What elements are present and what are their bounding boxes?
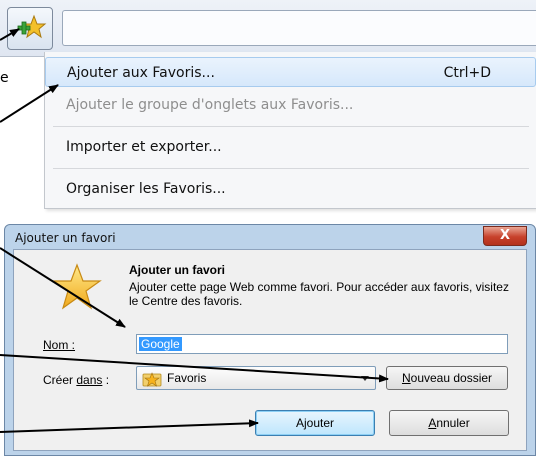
address-bar[interactable] <box>62 10 536 46</box>
close-button[interactable]: X <box>483 226 527 246</box>
name-input-value: Google <box>139 337 182 351</box>
name-input[interactable]: Google <box>136 334 508 354</box>
new-folder-accesskey: N <box>401 371 411 385</box>
cancel-button[interactable]: Annuler <box>389 410 509 436</box>
star-icon <box>52 263 102 310</box>
dialog-heading: Ajouter un favori <box>129 263 226 277</box>
menu-item-import-export[interactable]: Importer et exporter... <box>45 132 536 162</box>
create-in-label-prefix: Créer <box>43 373 77 387</box>
add-favorite-dialog: Ajouter un favori X Ajouter un favori Aj… <box>4 224 536 456</box>
create-in-label: Créer dans : <box>43 373 109 387</box>
menu-item-label: Ajouter le groupe d'onglets aux Favoris.… <box>66 97 354 113</box>
menu-item-label: Ajouter aux Favoris... <box>67 65 215 81</box>
menu-item-organize-favorites[interactable]: Organiser les Favoris... <box>45 174 536 204</box>
favorites-menu: Ajouter aux Favoris... Ctrl+D Ajouter le… <box>44 52 536 209</box>
cancel-label: nnuler <box>436 416 470 430</box>
menu-item-label: Organiser les Favoris... <box>66 181 226 197</box>
create-in-select[interactable]: Favoris <box>136 366 376 390</box>
add-button[interactable]: Ajouter <box>255 410 375 436</box>
new-folder-label: ouveau dossier <box>410 371 493 385</box>
add-to-favorites-button[interactable] <box>7 7 53 50</box>
favorites-folder-icon <box>142 372 162 387</box>
dialog-title: Ajouter un favori <box>15 231 116 245</box>
new-folder-button[interactable]: Nouveau dossier <box>386 366 508 390</box>
cropped-text: e <box>0 70 9 86</box>
create-in-label-accesskey: dans <box>76 373 103 387</box>
menu-item-add-tab-group: Ajouter le groupe d'onglets aux Favoris.… <box>45 90 536 120</box>
star-plus-icon <box>17 14 47 39</box>
menu-item-add-to-favorites[interactable]: Ajouter aux Favoris... Ctrl+D <box>45 57 536 87</box>
menu-separator <box>53 126 529 127</box>
create-in-label-suffix: : <box>102 373 110 387</box>
dialog-description: Ajouter cette page Web comme favori. Pou… <box>129 280 509 308</box>
menu-item-label: Importer et exporter... <box>66 139 222 155</box>
name-label: Nom : <box>43 338 76 352</box>
menu-separator <box>53 168 529 169</box>
selected-folder: Favoris <box>167 371 207 385</box>
menu-item-shortcut: Ctrl+D <box>443 65 491 81</box>
chevron-down-icon <box>361 376 369 381</box>
